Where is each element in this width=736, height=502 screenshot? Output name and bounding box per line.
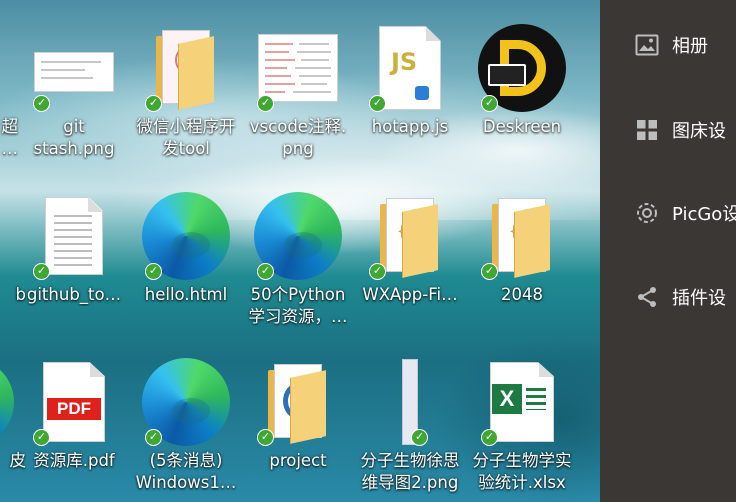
image-icon <box>634 32 660 58</box>
sidebar-item-picgo-settings[interactable]: PicGo设 <box>634 198 736 228</box>
desktop-icon-wxapp-folder[interactable]: {} ✓ WXApp-Fi… <box>354 190 466 350</box>
sync-check-icon: ✓ <box>145 263 162 280</box>
icon-label: WXApp-Fi… <box>362 285 458 304</box>
gear-icon <box>634 200 660 226</box>
sync-check-icon: ✓ <box>411 429 428 446</box>
desktop-icon-github-token[interactable]: ✓ github_to… <box>18 190 130 350</box>
desktop-icon-resource-pdf[interactable]: PDF ✓ 资源库.pdf <box>18 356 130 502</box>
desktop-icon-molecular-stats-xlsx[interactable]: X ✓ 分子生物学实 验统计.xlsx <box>466 356 578 502</box>
sync-check-icon: ✓ <box>257 263 274 280</box>
grid-icon <box>634 117 660 143</box>
sync-check-icon: ✓ <box>481 263 498 280</box>
sync-check-icon: ✓ <box>257 95 274 112</box>
sidebar-item-gallery[interactable]: 相册 <box>634 30 708 60</box>
desktop-icon-vscode-comment[interactable]: ✓ vscode注释. png <box>242 22 354 182</box>
sync-check-icon: ✓ <box>369 263 386 280</box>
sync-check-icon: ✓ <box>369 95 386 112</box>
icon-label: 50个Python 学习资源，… <box>248 285 348 326</box>
icon-label: hello.html <box>144 285 228 304</box>
desktop-icon-wechat-tool[interactable]: ✓ 微信小程序开 发tool <box>130 22 242 182</box>
desktop-icon-2048-folder[interactable]: {} ✓ 2048 <box>466 190 578 350</box>
icon-label: hotapp.js <box>371 117 449 136</box>
icon-label: 微信小程序开 发tool <box>136 117 236 158</box>
icon-label: 分子生物徐思 维导图2.png <box>360 451 460 492</box>
sync-check-icon: ✓ <box>33 95 50 112</box>
sync-check-icon: ✓ <box>33 429 50 446</box>
sync-check-icon: ✓ <box>145 429 162 446</box>
folder-icon: {} <box>380 198 440 278</box>
image-file-icon <box>34 52 114 92</box>
edge-browser-icon <box>0 358 14 446</box>
desktop-icon-python-resources[interactable]: ✓ 50个Python 学习资源，… <box>242 190 354 350</box>
icon-label: 资源库.pdf <box>33 451 115 470</box>
text-file-icon <box>45 197 103 275</box>
desktop-icon-git-stash[interactable]: ✓ git stash.png <box>18 22 130 182</box>
icon-label: github_to… <box>26 285 122 304</box>
icon-label: git stash.png <box>33 117 115 158</box>
sync-check-icon: ✓ <box>481 95 498 112</box>
icon-label: 分子生物学实 验统计.xlsx <box>472 451 572 492</box>
sidebar-item-plugin-settings[interactable]: 插件设 <box>634 282 726 312</box>
desktop-icon-windows-messages[interactable]: ✓ (5条消息) Windows1… <box>130 356 242 502</box>
folder-icon: {} <box>492 198 552 278</box>
icon-label: (5条消息) Windows1… <box>135 451 237 492</box>
image-file-icon <box>258 34 338 102</box>
picgo-sidebar: 相册 图床设 PicGo设 插件设 <box>600 0 736 502</box>
desktop-icon-molecular-mindmap[interactable]: ✓ 分子生物徐思 维导图2.png <box>354 356 466 502</box>
sync-check-icon: ✓ <box>145 95 162 112</box>
desktop-icon-project-folder[interactable]: ✓ project <box>242 356 354 502</box>
sync-check-icon: ✓ <box>33 263 50 280</box>
folder-icon <box>156 30 216 110</box>
desktop-icon-hello-html[interactable]: ✓ hello.html <box>130 190 242 350</box>
sync-check-icon: ✓ <box>481 429 498 446</box>
icon-label: 2048 <box>501 285 543 304</box>
folder-icon <box>268 364 328 444</box>
share-icon <box>634 284 660 310</box>
desktop-icon-hotapp-js[interactable]: JS ✓ hotapp.js <box>354 22 466 182</box>
js-file-icon: JS <box>379 26 441 110</box>
desktop: ✓ 超 … ✓ git stash.png ✓ 微信小程序开 发tool <box>0 0 600 502</box>
pdf-file-icon: PDF <box>43 362 105 442</box>
excel-file-icon: X <box>490 362 554 442</box>
sync-check-icon: ✓ <box>257 429 274 446</box>
desktop-icon-deskreen[interactable]: ✓ Deskreen <box>466 22 578 182</box>
icon-label: Deskreen <box>482 117 562 136</box>
icon-label: project <box>269 451 327 470</box>
icon-label: vscode注释. png <box>249 117 347 158</box>
sidebar-item-image-host-settings[interactable]: 图床设 <box>634 115 726 145</box>
